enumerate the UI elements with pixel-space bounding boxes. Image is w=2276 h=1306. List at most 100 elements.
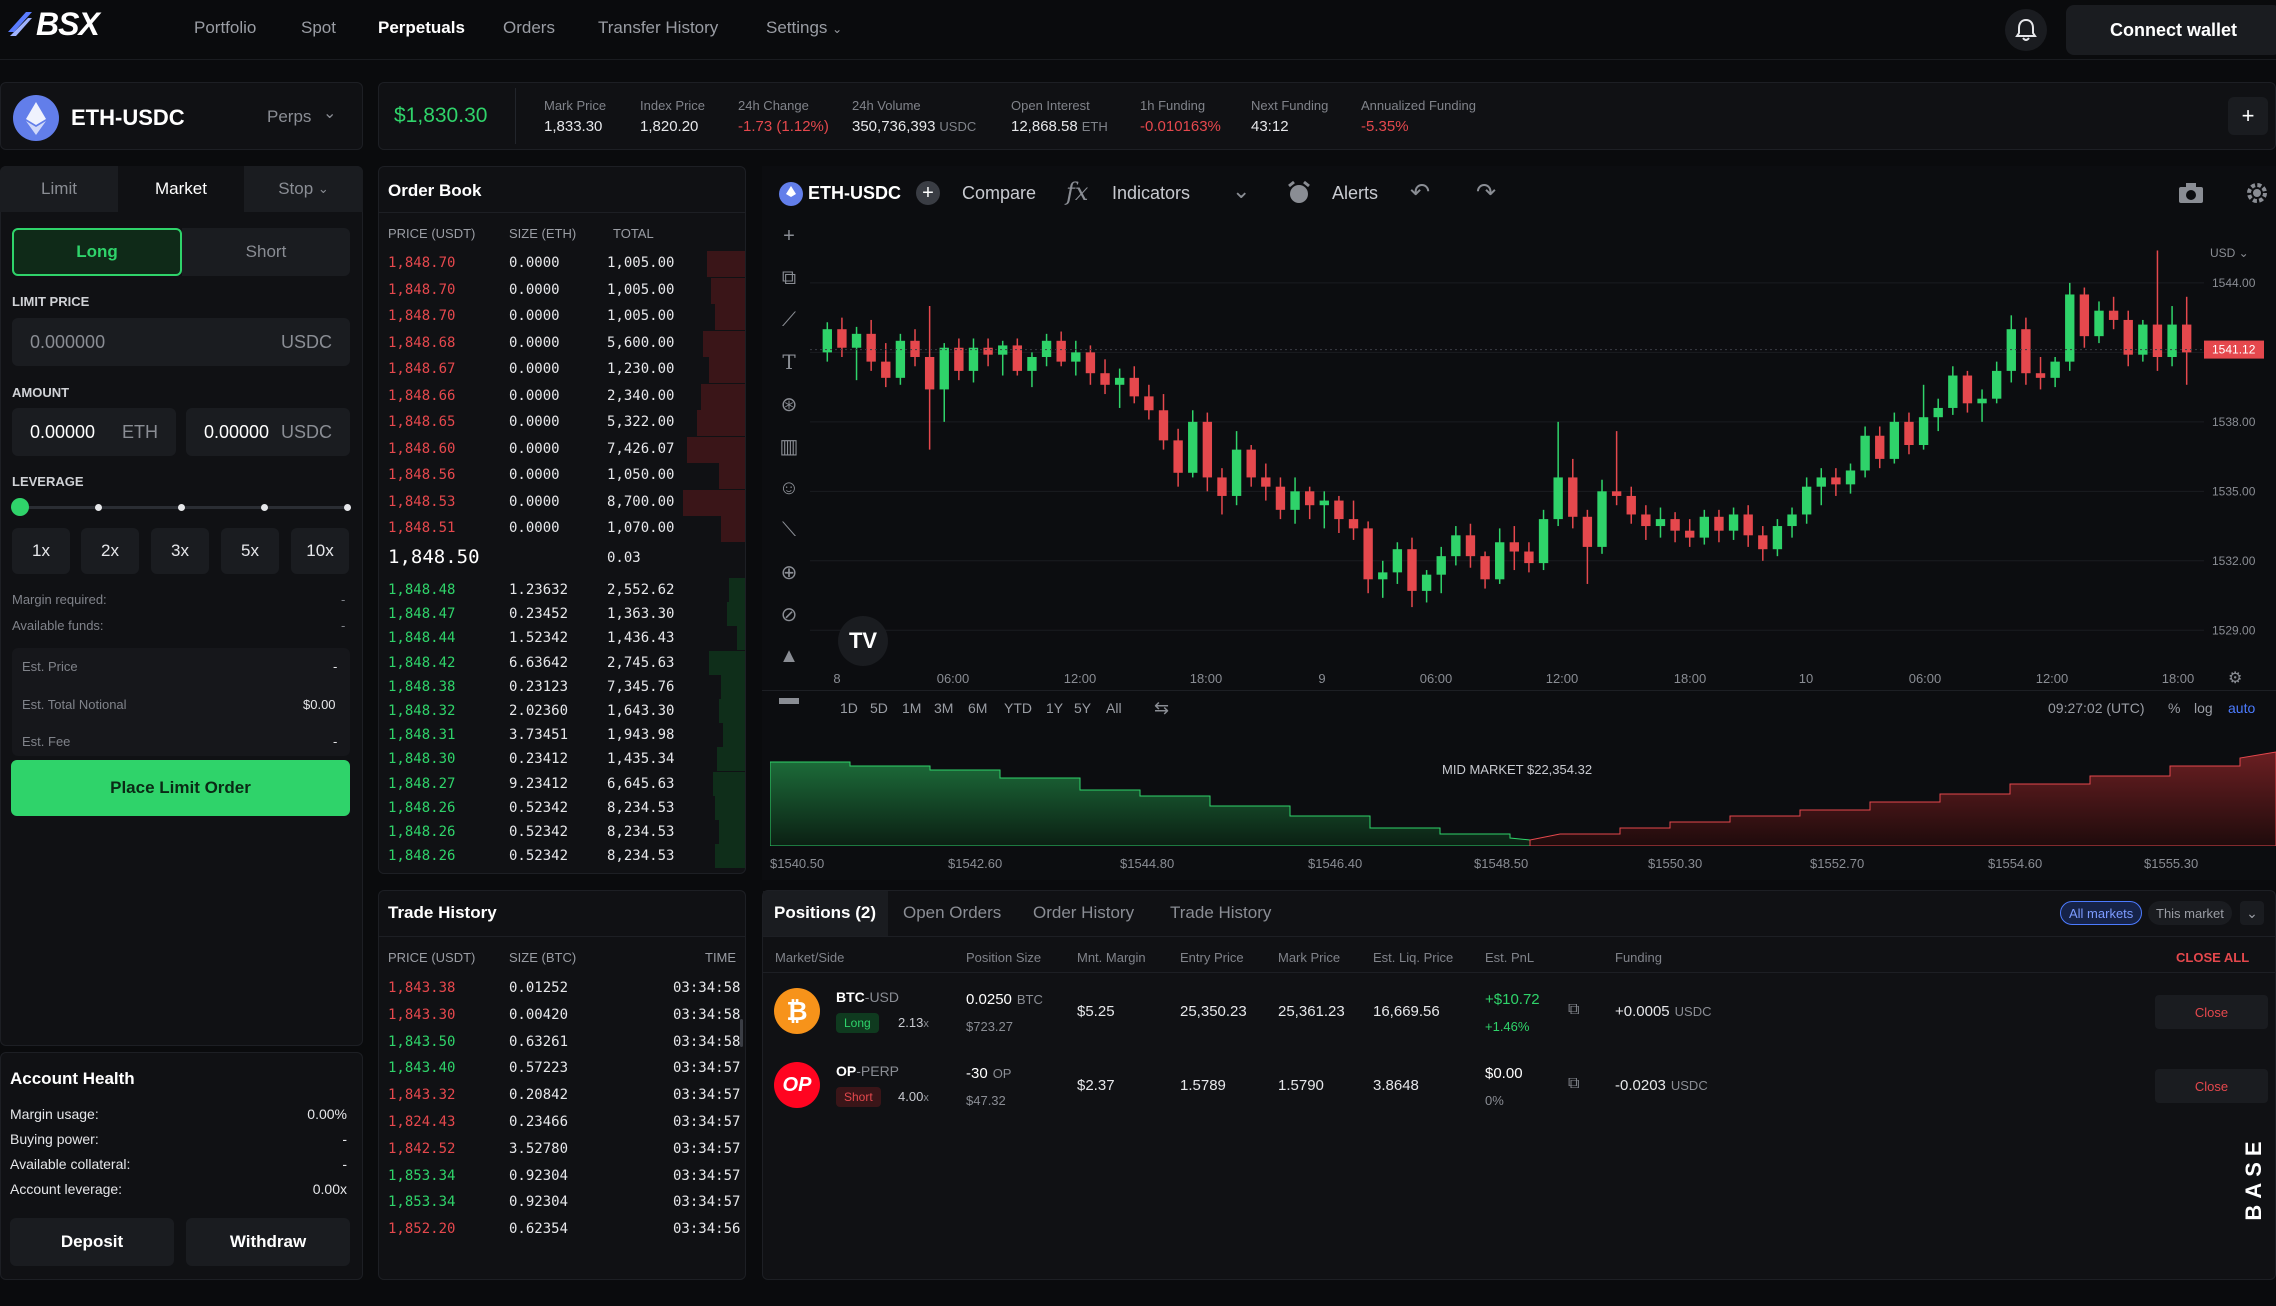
ask-row[interactable]: 1,848.65 0.0000 5,322.00 xyxy=(379,410,745,436)
bid-row[interactable]: 1,848.26 0.52342 8,234.53 xyxy=(379,820,745,846)
long-button[interactable]: Long xyxy=(12,228,182,276)
currency-selector[interactable]: USD ⌄ xyxy=(2210,246,2249,260)
undo-icon[interactable]: ↶ xyxy=(1410,178,1430,207)
filter-this-market[interactable]: This market xyxy=(2148,901,2232,925)
nav-settings[interactable]: Settings ⌄ xyxy=(766,18,842,38)
leverage-2x-button[interactable]: 2x xyxy=(81,528,139,574)
brush-icon[interactable]: ⟋ xyxy=(775,306,803,334)
short-button[interactable]: Short xyxy=(182,228,350,276)
crosshair-icon[interactable]: + xyxy=(775,222,803,250)
compare-button[interactable]: Compare xyxy=(962,183,1036,204)
notifications-button[interactable] xyxy=(2005,9,2047,51)
scrollbar[interactable] xyxy=(740,1019,743,1047)
bid-row[interactable]: 1,848.38 0.23123 7,345.76 xyxy=(379,674,745,701)
limit-price-input[interactable]: 0.000000 USDC xyxy=(12,318,350,366)
ask-row[interactable]: 1,848.51 0.0000 1,070.00 xyxy=(379,516,745,542)
amount-eth-input[interactable]: 0.00000 ETH xyxy=(12,408,176,456)
log-scale-button[interactable]: log xyxy=(2194,700,2213,716)
nav-spot[interactable]: Spot xyxy=(301,18,336,38)
ask-row[interactable]: 1,848.67 0.0000 1,230.00 xyxy=(379,357,745,383)
tab-trade-history[interactable]: Trade History xyxy=(1170,903,1271,923)
bid-row[interactable]: 1,848.31 3.73451 1,943.98 xyxy=(379,723,745,749)
leverage-10x-button[interactable]: 10x xyxy=(291,528,349,574)
close-all-button[interactable]: CLOSE ALL xyxy=(2176,950,2249,965)
chevron-down-icon[interactable]: ⌄ xyxy=(2240,901,2264,925)
timeframe-1y[interactable]: 1Y xyxy=(1046,700,1063,716)
tab-positions[interactable]: Positions (2) xyxy=(774,903,876,923)
timeframe-1d[interactable]: 1D xyxy=(840,700,858,716)
bid-row[interactable]: 1,848.47 0.23452 1,363.30 xyxy=(379,602,745,628)
tab-order-history[interactable]: Order History xyxy=(1033,903,1134,923)
timeframe-6m[interactable]: 6M xyxy=(968,700,987,716)
camera-icon[interactable] xyxy=(2178,182,2204,204)
withdraw-button[interactable]: Withdraw xyxy=(186,1218,350,1266)
leverage-slider-handle[interactable] xyxy=(11,498,29,516)
bid-row[interactable]: 1,848.48 1.23632 2,552.62 xyxy=(379,578,745,604)
tab-market[interactable]: Market xyxy=(118,166,244,212)
place-order-button[interactable]: Place Limit Order xyxy=(11,760,350,816)
tab-open-orders[interactable]: Open Orders xyxy=(903,903,1001,923)
timeframe-1m[interactable]: 1M xyxy=(902,700,921,716)
deposit-button[interactable]: Deposit xyxy=(10,1218,174,1266)
amount-usdc-input[interactable]: 0.00000 USDC xyxy=(186,408,350,456)
timeframe-3m[interactable]: 3M xyxy=(934,700,953,716)
chart-symbol[interactable]: ETH-USDC xyxy=(808,183,901,204)
date-range-icon[interactable]: ⇆ xyxy=(1154,698,1169,719)
forecast-icon[interactable]: ▥ xyxy=(775,432,803,460)
close-position-button[interactable]: Close xyxy=(2155,995,2268,1029)
tab-stop[interactable]: Stop ⌄ xyxy=(244,166,363,212)
gear-icon[interactable] xyxy=(2244,180,2270,206)
auto-scale-button[interactable]: auto xyxy=(2228,700,2255,716)
ask-row[interactable]: 1,848.53 0.0000 8,700.00 xyxy=(379,489,745,516)
lock-icon[interactable]: ▲ xyxy=(775,642,803,670)
pattern-icon[interactable]: ⊛ xyxy=(775,390,803,418)
ask-row[interactable]: 1,848.60 0.0000 7,426.07 xyxy=(379,436,745,463)
position-row[interactable] xyxy=(763,1049,2275,1121)
trash-icon[interactable]: ▬ xyxy=(775,684,803,712)
timeframe-ytd[interactable]: YTD xyxy=(1004,700,1032,716)
bid-row[interactable]: 1,848.27 9.23412 6,645.63 xyxy=(379,771,745,798)
trend-line-icon[interactable]: ⧉ xyxy=(775,264,803,292)
plus-icon[interactable]: + xyxy=(916,181,940,205)
share-icon[interactable]: ⧉ xyxy=(1568,1001,1579,1019)
ask-row[interactable]: 1,848.70 0.0000 1,005.00 xyxy=(379,251,745,277)
ask-row[interactable]: 1,848.70 0.0000 1,005.00 xyxy=(379,304,745,330)
emoji-icon[interactable]: ☺ xyxy=(775,474,803,502)
alerts-button[interactable]: Alerts xyxy=(1332,183,1378,204)
gear-icon[interactable]: ⚙ xyxy=(2228,668,2242,688)
tab-limit[interactable]: Limit xyxy=(0,166,118,212)
filter-all-markets[interactable]: All markets xyxy=(2060,901,2143,925)
timeframe-5d[interactable]: 5D xyxy=(870,700,888,716)
leverage-5x-button[interactable]: 5x xyxy=(221,528,279,574)
indicators-button[interactable]: Indicators xyxy=(1112,183,1190,204)
zoom-in-icon[interactable]: ⊕ xyxy=(775,558,803,586)
bid-row[interactable]: 1,848.42 6.63642 2,745.63 xyxy=(379,650,745,677)
leverage-3x-button[interactable]: 3x xyxy=(151,528,209,574)
bid-row[interactable]: 1,848.30 0.23412 1,435.34 xyxy=(379,747,745,773)
percent-scale-button[interactable]: % xyxy=(2168,700,2180,716)
app-logo[interactable]: BSX xyxy=(36,6,100,43)
ask-row[interactable]: 1,848.68 0.0000 5,600.00 xyxy=(379,330,745,357)
redo-icon[interactable]: ↷ xyxy=(1476,178,1496,207)
nav-orders[interactable]: Orders xyxy=(503,18,555,38)
text-icon[interactable]: T xyxy=(775,348,803,376)
timeframe-all[interactable]: All xyxy=(1106,700,1122,716)
nav-transfer-history[interactable]: Transfer History xyxy=(598,18,718,38)
bid-row[interactable]: 1,848.32 2.02360 1,643.30 xyxy=(379,699,745,725)
bid-row[interactable]: 1,848.26 0.52342 8,234.53 xyxy=(379,795,745,822)
position-row[interactable] xyxy=(763,975,2275,1047)
bid-row[interactable]: 1,848.26 0.52342 8,234.53 xyxy=(379,844,745,870)
candlestick-chart[interactable]: 1544.00 1541.12 1538.00 1535.00 1532.00 1529.… xyxy=(810,225,2276,685)
ask-row[interactable]: 1,848.66 0.0000 2,340.00 xyxy=(379,383,745,410)
nav-perpetuals[interactable]: Perpetuals xyxy=(378,18,465,38)
bid-row[interactable]: 1,848.44 1.52342 1,436.43 xyxy=(379,626,745,652)
nav-portfolio[interactable]: Portfolio xyxy=(194,18,256,38)
chevron-down-icon[interactable]: ⌄ xyxy=(1232,178,1250,204)
ask-row[interactable]: 1,848.70 0.0000 1,005.00 xyxy=(379,277,745,304)
leverage-1x-button[interactable]: 1x xyxy=(12,528,70,574)
hide-icon[interactable]: ⊘ xyxy=(775,600,803,628)
market-selector[interactable]: ETH-USDC Perps ⌄ xyxy=(0,82,363,150)
timeframe-5y[interactable]: 5Y xyxy=(1074,700,1091,716)
share-icon[interactable]: ⧉ xyxy=(1568,1075,1579,1093)
connect-wallet-button[interactable]: Connect wallet xyxy=(2066,5,2276,55)
